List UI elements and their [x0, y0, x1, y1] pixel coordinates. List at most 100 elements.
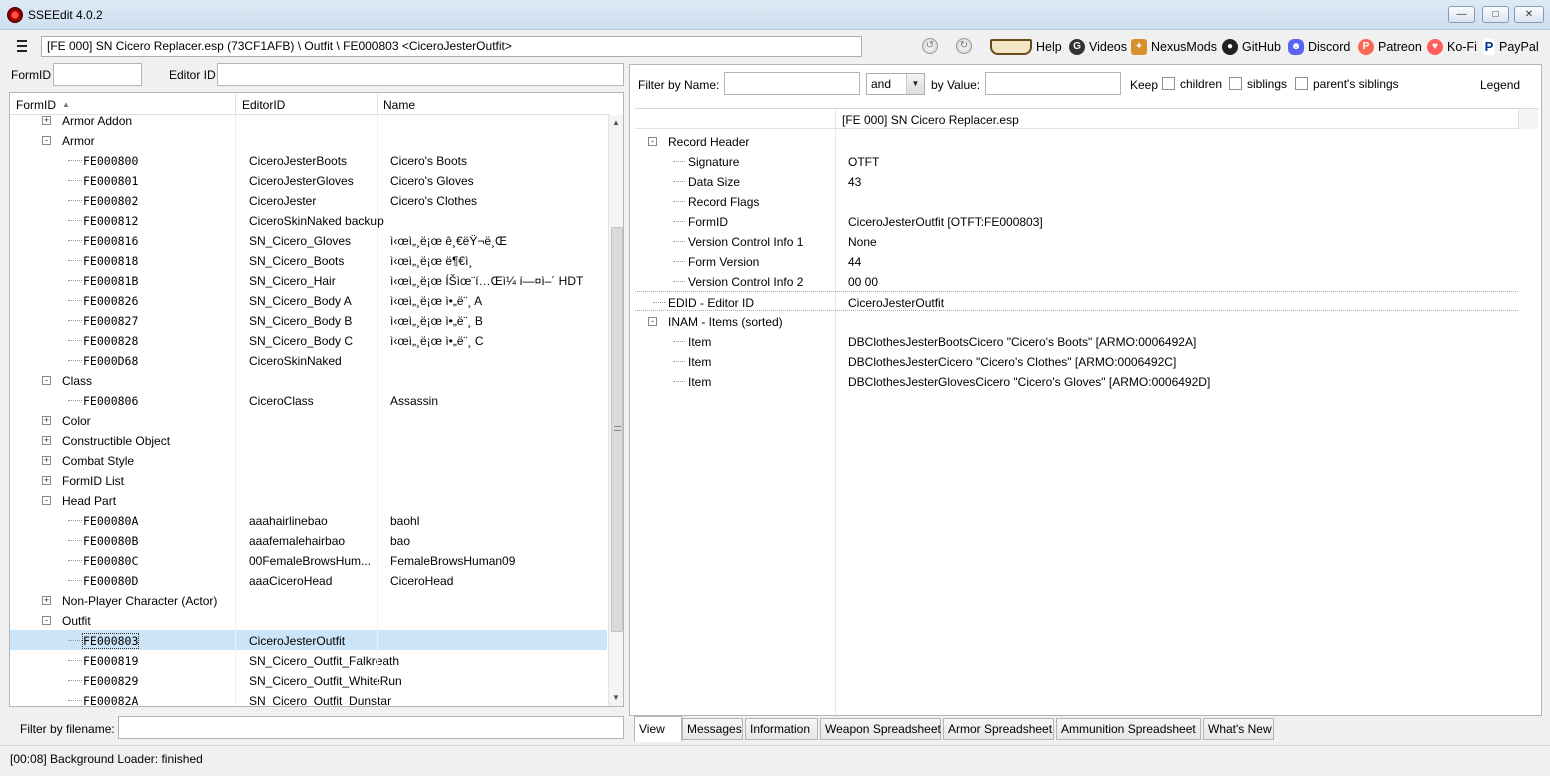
tree-record-row[interactable]: FE000801 CiceroJesterGloves Cicero's Glove…	[10, 170, 607, 190]
record-field-row[interactable]: FormID CiceroJesterOutfit [OTFT:FE000803]	[635, 211, 1518, 231]
paypal-link[interactable]: P PayPal	[1483, 37, 1539, 57]
minimize-button[interactable]: —	[1448, 6, 1475, 23]
formid-input[interactable]	[53, 63, 142, 86]
keep-siblings-checkbox[interactable]: siblings	[1229, 77, 1287, 91]
tree-record-row[interactable]: FE000802 CiceroJester Cicero's Clothes	[10, 190, 607, 210]
forward-icon[interactable]: ↻	[956, 38, 972, 54]
expand-icon[interactable]: +	[42, 476, 51, 485]
tree-record-row[interactable]: FE000829 SN_Cicero_Outfit_WhiteRun	[10, 670, 607, 690]
tree-record-row[interactable]: FE000D68 CiceroSkinNaked	[10, 350, 607, 370]
and-or-select[interactable]: and ▼	[866, 73, 925, 95]
tree-record-row[interactable]: FE000828 SN_Cicero_Body C ì‹œì„¸ë¡œ ì•„ë¨¸…	[10, 330, 607, 350]
keep-label: Keep	[1130, 78, 1159, 92]
collapse-icon[interactable]: -	[42, 496, 51, 505]
record-editorid: SN_Cicero_Outfit_Dunstar	[249, 694, 392, 707]
collapse-icon[interactable]: -	[648, 137, 657, 146]
record-field-row[interactable]: Item DBClothesJesterCicero "Cicero's Clot…	[635, 351, 1518, 371]
expand-icon[interactable]: +	[42, 436, 51, 445]
tree-group[interactable]: - Class	[10, 370, 607, 390]
tab-weapon-spreadsheet[interactable]: Weapon Spreadsheet	[820, 718, 941, 740]
tree-record-row[interactable]: FE000819 SN_Cicero_Outfit_Falkreath	[10, 650, 607, 670]
filter-name-input[interactable]	[724, 72, 860, 95]
kofi-link[interactable]: ♥ Ko-Fi	[1427, 37, 1477, 57]
tree-record-row[interactable]: FE000803 CiceroJesterOutfit	[10, 630, 607, 650]
tree-scrollbar[interactable]: ▲ ▼	[608, 115, 623, 706]
keep-parents-siblings-checkbox[interactable]: parent's siblings	[1295, 77, 1399, 91]
record-formid: FE000803	[81, 633, 140, 649]
keep-children-checkbox[interactable]: children	[1162, 77, 1222, 91]
legend-button[interactable]: Legend	[1480, 78, 1520, 92]
record-tree[interactable]: FormID ▲ EditorID Name + Armor Addon - Armo…	[9, 92, 624, 707]
editorid-input[interactable]	[217, 63, 624, 86]
tab-messages[interactable]: Messages	[682, 718, 743, 740]
tab-ammunition-spreadsheet[interactable]: Ammunition Spreadsheet	[1056, 718, 1201, 740]
record-field-row[interactable]: Signature OTFT	[635, 151, 1518, 171]
tab-what-s-new[interactable]: What's New	[1203, 718, 1274, 740]
expand-icon[interactable]: +	[42, 116, 51, 125]
tree-record-row[interactable]: FE000818 SN_Cicero_Boots ì‹œì„¸ë¡œ ë¶€ì¸	[10, 250, 607, 270]
tree-group[interactable]: - Head Part	[10, 490, 607, 510]
tree-record-row[interactable]: FE00080B aaafemalehairbao bao	[10, 530, 607, 550]
tree-record-row[interactable]: FE000827 SN_Cicero_Body B ì‹œì„¸ë¡œ ì•„ë¨¸…	[10, 310, 607, 330]
maximize-button[interactable]: □	[1482, 6, 1509, 23]
videos-link[interactable]: G Videos	[1069, 37, 1127, 57]
tree-group[interactable]: + FormID List	[10, 470, 607, 490]
collapse-icon[interactable]: -	[42, 136, 51, 145]
record-path-field[interactable]: [FE 000] SN Cicero Replacer.esp (73CF1AF…	[41, 36, 862, 57]
tree-group[interactable]: + Constructible Object	[10, 430, 607, 450]
tab-information[interactable]: Information	[745, 718, 818, 740]
tab-view[interactable]: View	[634, 716, 682, 742]
tree-record-row[interactable]: FE000816 SN_Cicero_Gloves ì‹œì„¸ë¡œ ê¸€ëŸ¬…	[10, 230, 607, 250]
discord-link[interactable]: ☻ Discord	[1288, 37, 1350, 57]
collapse-icon[interactable]: -	[42, 376, 51, 385]
record-editorid: SN_Cicero_Body A	[249, 294, 352, 308]
expand-icon[interactable]: +	[42, 596, 51, 605]
record-field-row[interactable]: - INAM - Items (sorted)	[635, 311, 1518, 331]
record-field-row[interactable]: Item DBClothesJesterGlovesCicero "Cicero'…	[635, 371, 1518, 391]
record-editorid: aaahairlinebao	[249, 514, 328, 528]
nexusmods-link[interactable]: ✦ NexusMods	[1131, 37, 1217, 57]
tree-group[interactable]: - Outfit	[10, 610, 607, 630]
tree-record-row[interactable]: FE00082A SN_Cicero_Outfit_Dunstar	[10, 690, 607, 707]
expand-icon[interactable]: +	[42, 416, 51, 425]
record-field-row[interactable]: Record Flags	[635, 191, 1518, 211]
tree-record-row[interactable]: FE00080D aaaCiceroHead CiceroHead	[10, 570, 607, 590]
menu-icon[interactable]	[17, 40, 29, 53]
tree-group[interactable]: - Armor	[10, 130, 607, 150]
collapse-icon[interactable]: -	[648, 317, 657, 326]
tree-group[interactable]: + Armor Addon	[10, 110, 607, 130]
record-field-row[interactable]: Version Control Info 1 None	[635, 231, 1518, 251]
tree-group[interactable]: + Combat Style	[10, 450, 607, 470]
record-field-row[interactable]: Item DBClothesJesterBootsCicero "Cicero's…	[635, 331, 1518, 351]
record-field-row[interactable]: Form Version 44	[635, 251, 1518, 271]
close-button[interactable]: ✕	[1514, 6, 1544, 23]
tab-armor-spreadsheet[interactable]: Armor Spreadsheet	[943, 718, 1054, 740]
scroll-up-icon[interactable]: ▲	[612, 118, 620, 127]
record-grid[interactable]: [FE 000] SN Cicero Replacer.esp - Record …	[635, 108, 1538, 715]
record-field-row[interactable]: Data Size 43	[635, 171, 1518, 191]
filter-value-input[interactable]	[985, 72, 1121, 95]
tree-record-row[interactable]: FE000800 CiceroJesterBoots Cicero's Boots	[10, 150, 607, 170]
tree-record-row[interactable]: FE000806 CiceroClass Assassin	[10, 390, 607, 410]
record-field-row[interactable]: Version Control Info 2 00 00	[635, 271, 1518, 291]
tree-record-row[interactable]: FE00080A aaahairlinebao baohl	[10, 510, 607, 530]
tree-record-row[interactable]: FE000812 CiceroSkinNaked backup	[10, 210, 607, 230]
record-field-row[interactable]: EDID - Editor ID CiceroJesterOutfit	[635, 291, 1518, 311]
help-link[interactable]: Help	[990, 37, 1062, 57]
tree-record-row[interactable]: FE00080C 00FemaleBrowsHum... FemaleBrowsHu…	[10, 550, 607, 570]
tree-record-row[interactable]: FE000826 SN_Cicero_Body A ì‹œì„¸ë¡œ ì•„ë¨¸…	[10, 290, 607, 310]
expand-icon[interactable]: +	[42, 456, 51, 465]
scroll-down-icon[interactable]: ▼	[612, 693, 620, 702]
tree-group[interactable]: + Color	[10, 410, 607, 430]
record-field-row[interactable]: - Record Header	[635, 131, 1518, 151]
scroll-thumb[interactable]	[611, 227, 623, 632]
record-field-value: CiceroJesterOutfit	[848, 296, 945, 310]
back-icon[interactable]: ↺	[922, 38, 938, 54]
patreon-link[interactable]: P Patreon	[1358, 37, 1422, 57]
collapse-icon[interactable]: -	[42, 616, 51, 625]
tree-group[interactable]: + Non-Player Character (Actor)	[10, 590, 607, 610]
tree-group-label: Armor Addon	[62, 114, 133, 128]
tree-record-row[interactable]: FE00081B SN_Cicero_Hair ì‹œì„¸ë¡œ ÍŠìœ¨í…Œ…	[10, 270, 607, 290]
filter-filename-input[interactable]	[118, 716, 624, 739]
github-link[interactable]: ● GitHub	[1222, 37, 1281, 57]
